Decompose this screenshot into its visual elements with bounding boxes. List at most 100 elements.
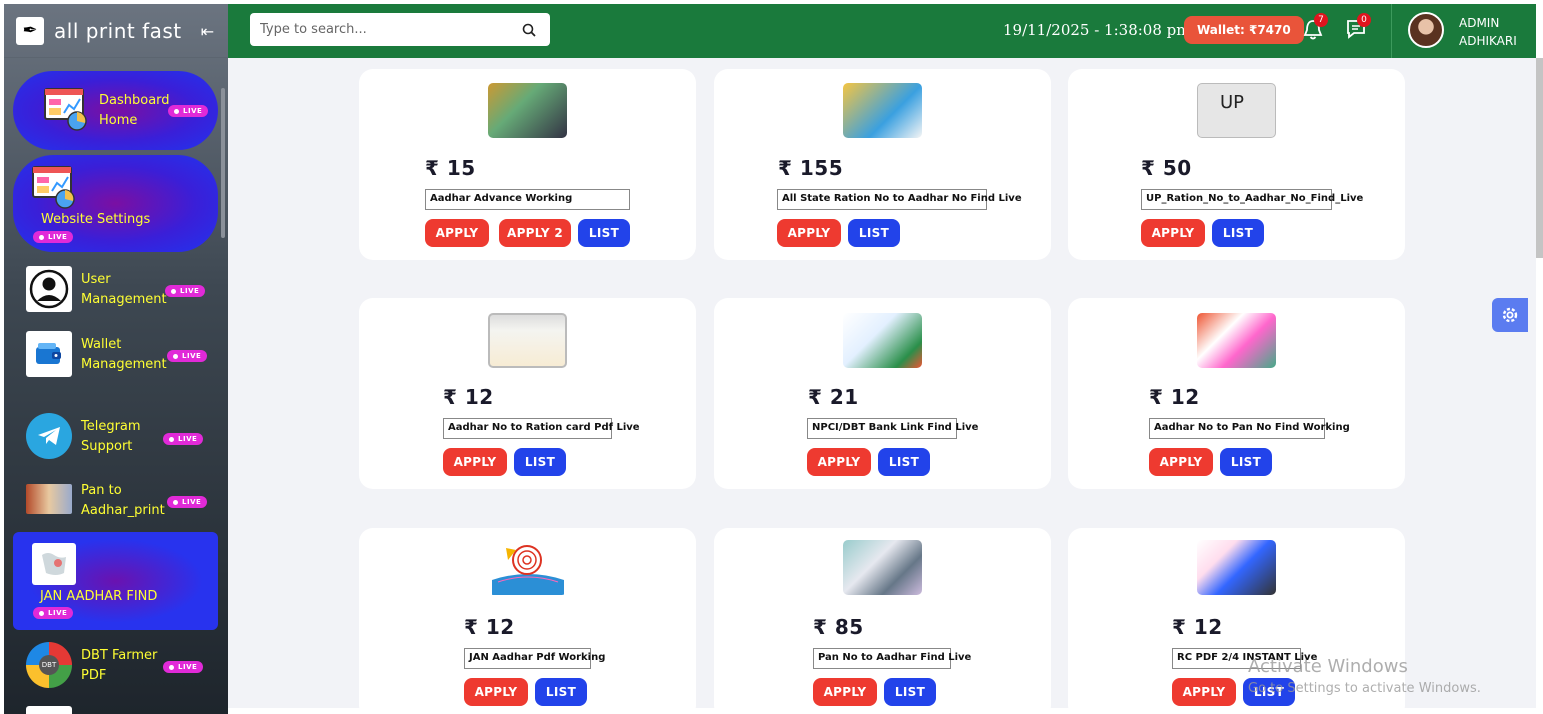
windows-activation-text: Go to Settings to activate Windows. [1248, 681, 1481, 696]
brand-name: all print fast [54, 18, 182, 43]
live-badge: LIVE [167, 496, 208, 508]
sidebar-item-label: JAN AADHAR FIND [40, 589, 158, 604]
sidebar-item-label: Website Settings [41, 212, 151, 227]
user-name: ADHIKARI [1459, 34, 1517, 48]
apply-button[interactable]: APPLY [1172, 678, 1236, 706]
thumbnail-text: UP [1220, 92, 1245, 113]
apply-2-button[interactable]: APPLY 2 [499, 219, 571, 247]
sidebar-item-pan-to-aadhar-print[interactable]: Pan to Aadhar_print LIVE [26, 477, 216, 527]
live-badge: LIVE [167, 350, 208, 362]
service-card: ₹ 85 Pan No to Aadhar Find Live APPLY LI… [714, 528, 1051, 708]
pan-card-icon [26, 484, 72, 514]
service-card: UP ₹ 50 UP_Ration_No_to_Aadhar_No_Find_L… [1068, 69, 1405, 260]
list-button[interactable]: LIST [878, 448, 930, 476]
live-badge: LIVE [165, 285, 206, 297]
list-button[interactable]: LIST [535, 678, 587, 706]
messages-button[interactable]: 0 [1345, 13, 1371, 42]
user-info[interactable]: ADMIN ADHIKARI [1459, 14, 1517, 50]
brand-logo-icon: ✒ [16, 16, 44, 45]
service-name: Aadhar No to Pan No Find Working [1149, 418, 1350, 439]
service-price: ₹ 85 [813, 615, 864, 639]
header-divider [1391, 4, 1392, 58]
notification-count-badge: 7 [1314, 13, 1328, 27]
brand: ✒ all print fast ⇤ [4, 4, 228, 58]
sidebar-item-label: Telegram Support [81, 419, 141, 454]
sidebar-item-label: User Management [81, 272, 167, 307]
sidebar-item-dashboard-home[interactable]: Dashboard Home LIVE [13, 71, 218, 150]
apply-button[interactable]: APPLY [807, 448, 871, 476]
telegram-icon [26, 413, 72, 459]
jan-aadhar-icon [32, 543, 76, 585]
service-name: Aadhar Advance Working [425, 189, 630, 210]
service-name: NPCI/DBT Bank Link Find Live [807, 418, 978, 439]
main-content: ₹ 15 Aadhar Advance Working APPLY APPLY … [228, 58, 1536, 708]
service-name: UP_Ration_No_to_Aadhar_No_Find_Live [1141, 189, 1363, 210]
service-thumbnail [488, 313, 567, 368]
apply-button[interactable]: APPLY [464, 678, 528, 706]
sidebar-scrollbar[interactable] [221, 88, 225, 238]
page-scrollbar[interactable] [1536, 58, 1543, 258]
live-badge: LIVE [168, 105, 209, 117]
service-thumbnail [488, 83, 567, 138]
settings-gear-button[interactable] [1492, 298, 1528, 332]
dashboard-icon [43, 87, 89, 131]
sidebar-next-item-icon [26, 706, 72, 714]
sidebar-item-dbt-farmer-pdf[interactable]: DBT DBT Farmer PDF LIVE [26, 642, 216, 692]
service-price: ₹ 21 [808, 385, 859, 409]
windows-activation-title: Activate Windows [1248, 656, 1408, 677]
service-thumbnail [1197, 540, 1276, 595]
notifications-button[interactable]: 7 [1302, 13, 1328, 42]
sidebar-item-wallet-management[interactable]: Wallet Management LIVE [26, 331, 216, 381]
sidebar-item-telegram-support[interactable]: Telegram Support LIVE [26, 413, 216, 463]
service-price: ₹ 12 [464, 615, 515, 639]
user-role: ADMIN [1459, 16, 1500, 30]
service-name: All State Ration No to Aadhar No Find Li… [777, 189, 1022, 210]
datetime: 19/11/2025 - 1:38:08 pm [1003, 21, 1191, 39]
apply-button[interactable]: APPLY [813, 678, 877, 706]
message-count-badge: 0 [1357, 13, 1371, 27]
service-price: ₹ 50 [1141, 156, 1192, 180]
sidebar-item-jan-aadhar-find[interactable]: JAN AADHAR FIND LIVE [13, 532, 218, 630]
apply-button[interactable]: APPLY [443, 448, 507, 476]
list-button[interactable]: LIST [578, 219, 630, 247]
apply-button[interactable]: APPLY [425, 219, 489, 247]
service-price: ₹ 12 [443, 385, 494, 409]
search-icon[interactable] [522, 23, 536, 37]
service-card: ₹ 155 All State Ration No to Aadhar No F… [714, 69, 1051, 260]
search-input[interactable] [260, 22, 510, 37]
service-name: JAN Aadhar Pdf Working [464, 648, 605, 669]
gear-icon [1502, 307, 1518, 323]
list-button[interactable]: LIST [884, 678, 936, 706]
live-badge: LIVE [163, 661, 204, 673]
sidebar-item-website-settings[interactable]: Website Settings LIVE [13, 155, 218, 252]
list-button[interactable]: LIST [848, 219, 900, 247]
wallet-icon [26, 331, 72, 377]
service-price: ₹ 12 [1172, 615, 1223, 639]
search-box [250, 13, 550, 46]
collapse-sidebar-icon[interactable]: ⇤ [201, 22, 214, 41]
sidebar-item-user-management[interactable]: User Management LIVE [26, 266, 216, 316]
service-name: Pan No to Aadhar Find Live [813, 648, 971, 669]
sidebar-item-label: DBT Farmer PDF [81, 648, 158, 683]
apply-button[interactable]: APPLY [1141, 219, 1205, 247]
list-button[interactable]: LIST [514, 448, 566, 476]
dbt-icon: DBT [26, 642, 72, 688]
live-badge: LIVE [33, 231, 74, 243]
top-header: 19/11/2025 - 1:38:08 pm Wallet: ₹7470 7 … [228, 4, 1536, 58]
list-button[interactable]: LIST [1212, 219, 1264, 247]
apply-button[interactable]: APPLY [777, 219, 841, 247]
avatar[interactable] [1408, 12, 1444, 48]
website-settings-icon [31, 165, 77, 209]
service-thumbnail [1197, 313, 1276, 368]
service-card: ₹ 21 NPCI/DBT Bank Link Find Live APPLY … [714, 298, 1051, 489]
apply-button[interactable]: APPLY [1149, 448, 1213, 476]
service-price: ₹ 15 [425, 156, 476, 180]
service-thumbnail [488, 540, 567, 595]
wallet-balance-button[interactable]: Wallet: ₹7470 [1184, 16, 1304, 44]
service-card: ₹ 12 JAN Aadhar Pdf Working APPLY LIST [359, 528, 696, 708]
list-button[interactable]: LIST [1220, 448, 1272, 476]
service-thumbnail [843, 540, 922, 595]
live-badge: LIVE [33, 607, 74, 619]
sidebar: ✒ all print fast ⇤ Dashboard Home LIVE W… [4, 4, 228, 714]
service-thumbnail [843, 313, 922, 368]
